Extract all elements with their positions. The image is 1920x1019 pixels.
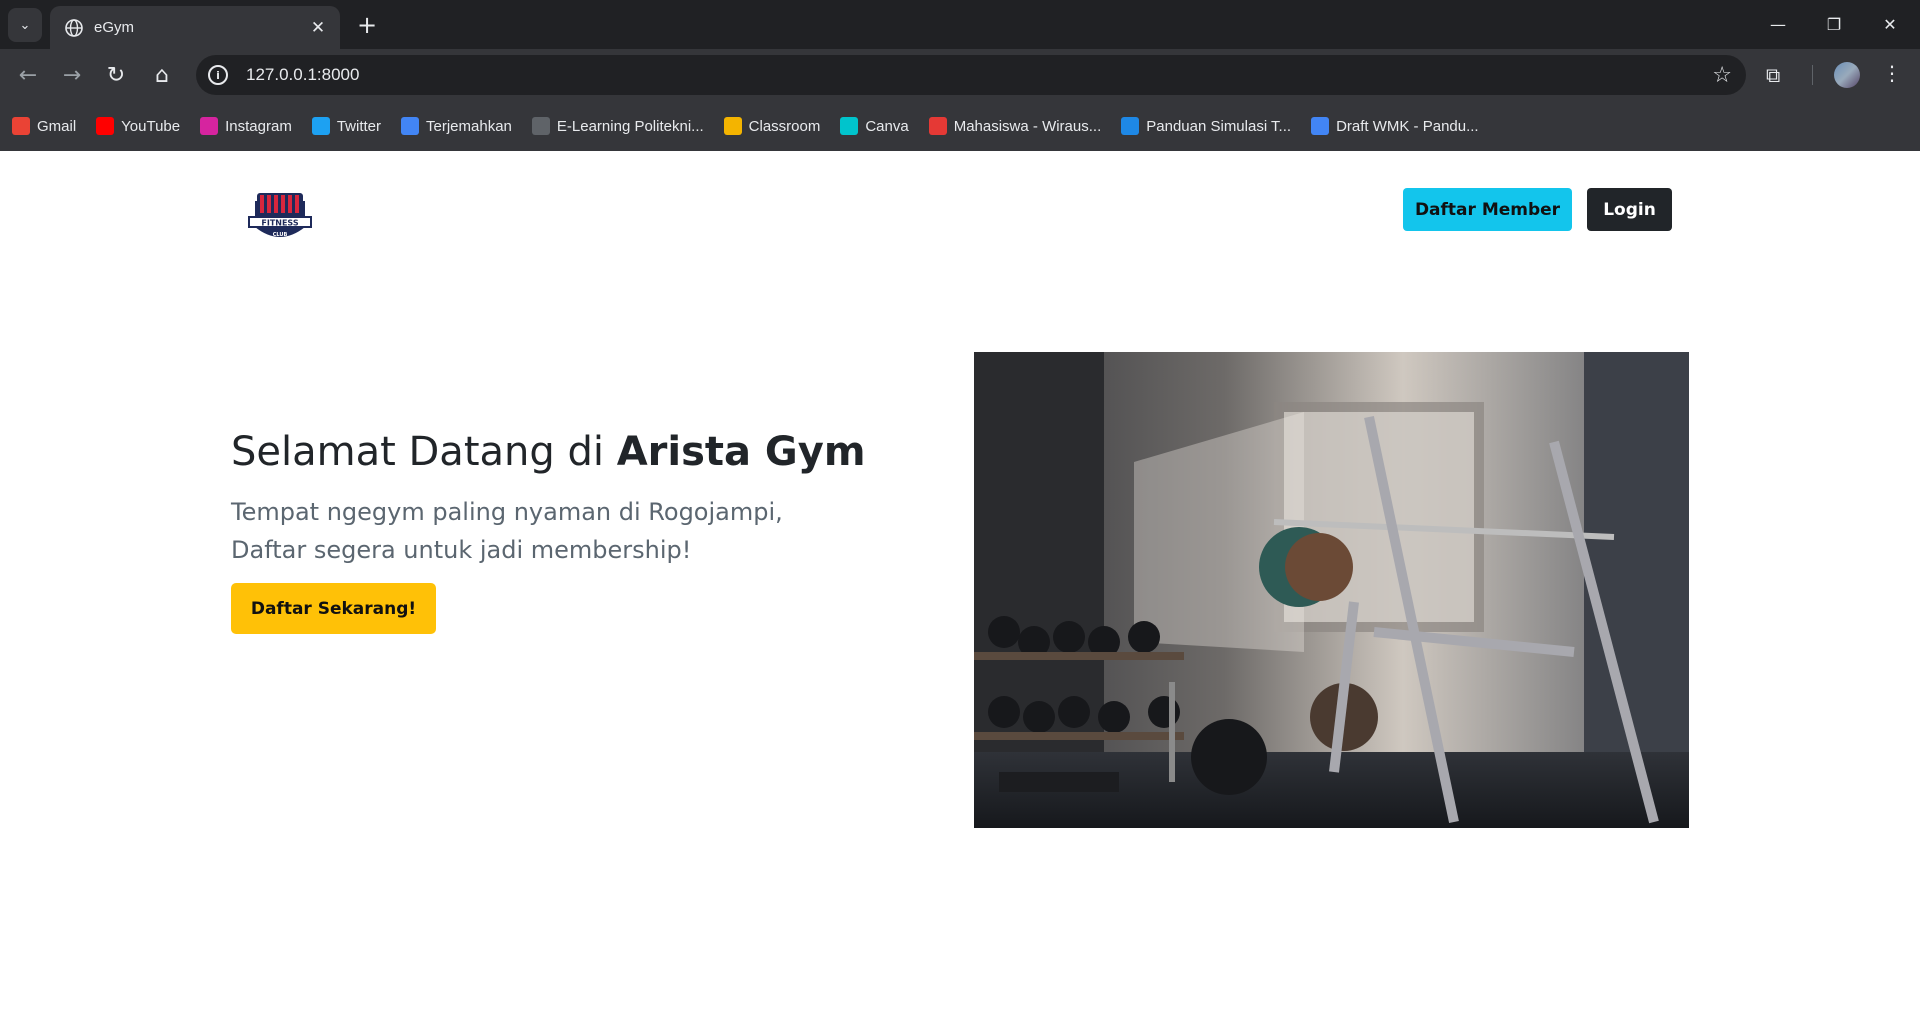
bookmark-item[interactable]: E-Learning Politekni... [531,117,704,135]
bookmark-favicon-icon [723,117,742,135]
bookmark-favicon-icon [200,117,219,135]
bookmark-favicon-icon [928,117,947,135]
forward-icon[interactable]: → [56,59,88,91]
bookmark-label: YouTube [121,117,181,135]
site-info-icon[interactable]: i [208,65,228,85]
bookmark-label: Instagram [225,117,292,135]
logo-text: FITNESS [261,219,298,228]
fitness-club-logo[interactable]: FITNESS CLUB [245,187,315,249]
bookmark-item[interactable]: Canva [840,117,909,135]
hero-title-prefix: Selamat Datang di [231,429,617,475]
bookmark-label: Classroom [748,117,821,135]
tab-search-chevron-icon[interactable]: ⌄ [8,8,42,42]
browser-tab[interactable]: eGym ✕ [50,6,340,49]
bookmark-star-icon[interactable]: ☆ [1712,63,1732,88]
hero-subtitle: Tempat ngegym paling nyaman di Rogojampi… [231,493,831,569]
profile-avatar[interactable] [1834,62,1860,88]
tab-title: eGym [94,19,135,36]
bookmark-item[interactable]: Instagram [200,117,292,135]
daftar-sekarang-button[interactable]: Daftar Sekarang! [231,583,436,634]
bookmark-item[interactable]: Terjemahkan [401,117,512,135]
browser-toolbar: ← → ↻ ⌂ i 127.0.0.1:8000 ☆ ⧉ ⋮ [0,49,1920,101]
bookmark-item[interactable]: Classroom [723,117,821,135]
bookmark-favicon-icon [1311,117,1330,135]
bookmark-label: Panduan Simulasi T... [1146,117,1292,135]
logo-subtext: CLUB [273,232,288,238]
globe-icon [65,18,83,37]
bookmark-favicon-icon [840,117,859,135]
close-tab-icon[interactable]: ✕ [306,16,330,40]
bookmark-favicon-icon [12,117,30,135]
extensions-icon[interactable]: ⧉ [1766,63,1790,87]
bookmarks-bar: Gmail YouTube Instagram Twitter Terjemahkan E… [0,101,1920,151]
menu-kebab-icon[interactable]: ⋮ [1882,61,1902,85]
gym-hero-image [974,352,1689,828]
bookmark-favicon-icon [1121,117,1140,135]
minimize-icon[interactable]: — [1750,0,1806,49]
bookmark-favicon-icon [401,117,420,135]
bookmark-item[interactable]: Gmail [12,117,76,135]
reload-icon[interactable]: ↻ [100,59,132,91]
bookmark-label: Draft WMK - Pandu... [1336,117,1479,135]
bookmark-item[interactable]: Draft WMK - Pandu... [1311,117,1479,135]
page-content: FITNESS CLUB Daftar Member Login Selamat… [0,151,1920,1019]
back-icon[interactable]: ← [12,59,44,91]
hero-subtitle-line2: Daftar segera untuk jadi membership! [231,536,692,564]
bookmark-item[interactable]: Twitter [311,117,382,135]
bookmark-label: Gmail [37,117,77,135]
restore-icon[interactable]: ❐ [1806,0,1862,49]
bookmark-favicon-icon [96,117,115,135]
address-bar[interactable]: i 127.0.0.1:8000 ☆ [196,55,1746,95]
bookmark-item[interactable]: YouTube [96,117,180,135]
bookmark-label: Canva [865,117,909,135]
daftar-member-button[interactable]: Daftar Member [1403,188,1572,231]
bookmark-label: Terjemahkan [426,117,512,135]
login-button[interactable]: Login [1587,188,1672,231]
bookmark-favicon-icon [311,117,330,135]
url-text[interactable]: 127.0.0.1:8000 [246,65,359,85]
bookmark-label: Mahasiswa - Wiraus... [953,117,1102,135]
toolbar-divider [1812,65,1813,85]
browser-titlebar: ⌄ eGym ✕ + — ❐ ✕ [0,0,1920,49]
hero-title-brand: Arista Gym [616,429,866,475]
bookmark-favicon-icon [531,117,550,135]
bookmark-label: Twitter [336,117,382,135]
window-close-icon[interactable]: ✕ [1862,0,1918,49]
bookmark-label: E-Learning Politekni... [556,117,704,135]
home-icon[interactable]: ⌂ [146,59,178,91]
hero-title: Selamat Datang di Arista Gym [231,429,866,475]
new-tab-icon[interactable]: + [352,10,382,40]
hero-subtitle-line1: Tempat ngegym paling nyaman di Rogojampi… [231,498,783,526]
bookmark-item[interactable]: Panduan Simulasi T... [1121,117,1291,135]
bookmark-item[interactable]: Mahasiswa - Wiraus... [928,117,1102,135]
